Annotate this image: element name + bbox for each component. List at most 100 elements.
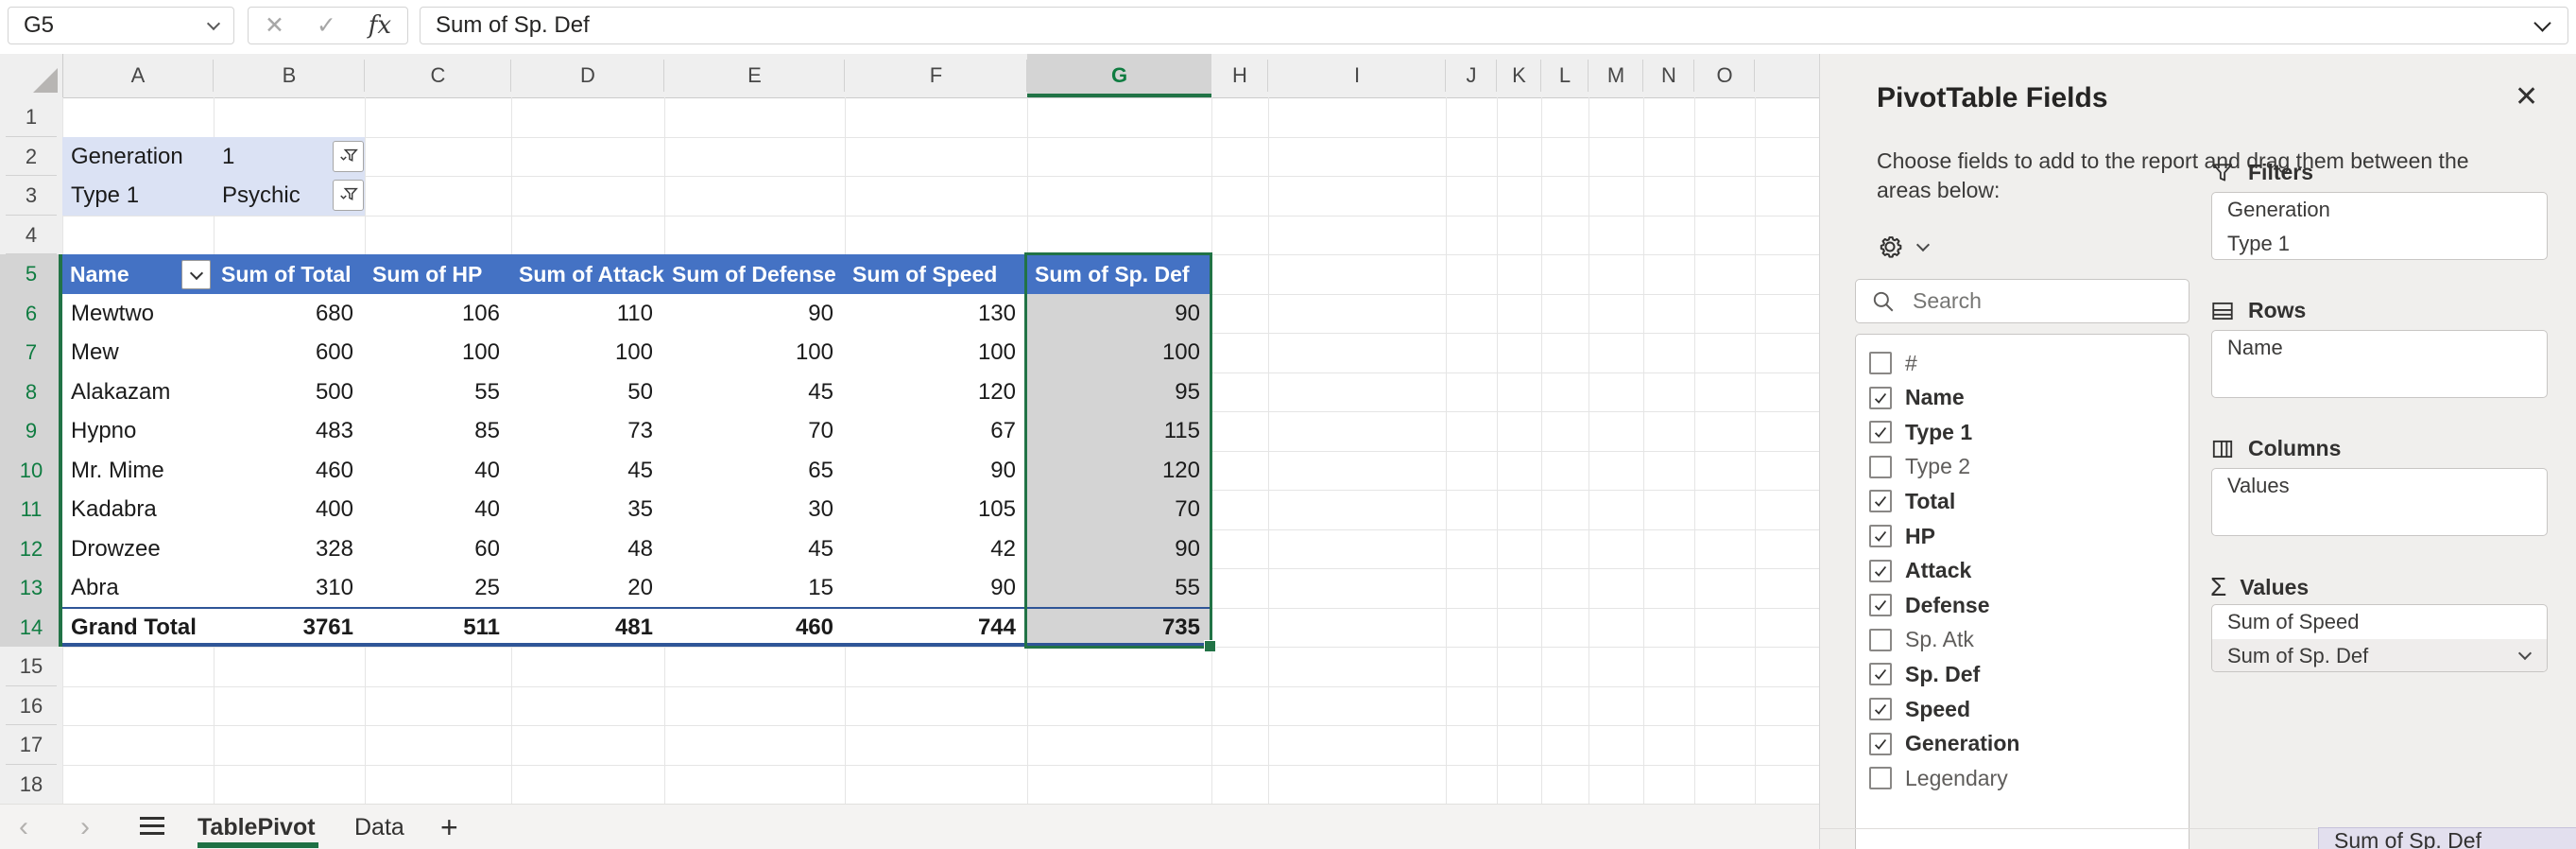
column-header-E[interactable]: E (664, 54, 845, 97)
select-all-button[interactable] (0, 54, 63, 97)
column-header-K[interactable]: K (1497, 54, 1541, 97)
pivot-grand-total-cell[interactable]: 3761 (214, 608, 365, 647)
pivot-data-cell[interactable]: 600 (214, 333, 365, 373)
cancel-icon[interactable]: ✕ (265, 11, 284, 40)
pivot-data-cell[interactable]: 90 (1027, 294, 1211, 333)
field-item-speed[interactable]: Speed (1869, 692, 1970, 726)
field-item-total[interactable]: Total (1869, 484, 1955, 518)
column-header-D[interactable]: D (511, 54, 664, 97)
field-checkbox[interactable] (1869, 767, 1892, 789)
field-item-sp-def[interactable]: Sp. Def (1869, 657, 1980, 691)
filter-dropdown-button[interactable] (333, 141, 364, 172)
pivot-data-cell[interactable]: 680 (214, 294, 365, 333)
field-checkbox[interactable] (1869, 560, 1892, 582)
pivot-data-cell[interactable]: 40 (365, 451, 511, 490)
pivot-header-cell[interactable]: Sum of Sp. Def (1027, 254, 1211, 294)
column-header-O[interactable]: O (1694, 54, 1755, 97)
pivot-data-cell[interactable]: 45 (511, 451, 664, 490)
area-item-generation[interactable]: Generation (2212, 193, 2547, 227)
pivot-name-filter-button[interactable] (181, 260, 211, 289)
sheet-grid[interactable]: Generation1Type 1PsychicNameSum of Total… (0, 97, 1819, 804)
pivot-settings-button[interactable] (1875, 232, 1928, 262)
field-checkbox[interactable] (1869, 594, 1892, 616)
pivot-header-cell[interactable]: Sum of Defense (664, 254, 845, 294)
pivot-data-cell[interactable]: 50 (511, 373, 664, 411)
field-item-type-2[interactable]: Type 2 (1869, 450, 1970, 484)
area-item-values[interactable]: Values (2212, 469, 2547, 503)
field-checkbox[interactable] (1869, 629, 1892, 651)
pivot-grand-total-cell[interactable]: 744 (845, 608, 1027, 647)
area-item-type-1[interactable]: Type 1 (2212, 227, 2547, 260)
pivot-grand-total-cell[interactable]: 481 (511, 608, 664, 647)
pivot-data-cell[interactable]: 105 (845, 490, 1027, 529)
column-header-F[interactable]: F (845, 54, 1027, 97)
pivot-data-cell[interactable]: 48 (511, 529, 664, 568)
filter-value-cell[interactable]: 1 (214, 137, 327, 176)
pivot-data-cell[interactable]: Mew (62, 333, 214, 373)
pivot-data-cell[interactable]: 25 (365, 568, 511, 608)
pivot-data-cell[interactable]: Abra (62, 568, 214, 608)
column-header-A[interactable]: A (62, 54, 214, 97)
field-checkbox[interactable] (1869, 525, 1892, 547)
pivot-data-cell[interactable]: 90 (664, 294, 845, 333)
field-item-attack[interactable]: Attack (1869, 554, 1971, 588)
pivot-data-cell[interactable]: 100 (365, 333, 511, 373)
pivot-data-cell[interactable]: 115 (1027, 411, 1211, 451)
pivot-data-cell[interactable]: 30 (664, 490, 845, 529)
pivot-data-cell[interactable]: 483 (214, 411, 365, 451)
rows-area-box[interactable]: Name (2211, 330, 2548, 398)
field-checkbox[interactable] (1869, 456, 1892, 478)
column-header-H[interactable]: H (1211, 54, 1268, 97)
name-box[interactable]: G5 (8, 7, 234, 44)
area-item-name[interactable]: Name (2212, 331, 2547, 365)
close-panel-icon[interactable]: ✕ (2515, 80, 2538, 113)
field-item--[interactable]: # (1869, 346, 1917, 380)
field-item-type-1[interactable]: Type 1 (1869, 415, 1972, 449)
field-checkbox[interactable] (1869, 698, 1892, 720)
pivot-data-cell[interactable]: 67 (845, 411, 1027, 451)
pivot-grand-total-cell[interactable]: Grand Total (62, 608, 214, 647)
pivot-header-cell[interactable]: Sum of Attack (511, 254, 664, 294)
pivot-data-cell[interactable]: 100 (845, 333, 1027, 373)
pivot-data-cell[interactable]: 73 (511, 411, 664, 451)
pivot-data-cell[interactable]: 40 (365, 490, 511, 529)
column-header-C[interactable]: C (365, 54, 511, 97)
column-headers[interactable]: ABCDEFGHIJKLMNO (0, 54, 1819, 98)
pivot-data-cell[interactable]: 400 (214, 490, 365, 529)
prev-sheet-icon[interactable]: ‹ (19, 805, 28, 849)
field-item-name[interactable]: Name (1869, 381, 1965, 415)
filter-dropdown-button[interactable] (333, 180, 364, 211)
pivot-data-cell[interactable]: 35 (511, 490, 664, 529)
pivot-data-cell[interactable]: 55 (365, 373, 511, 411)
next-sheet-icon[interactable]: › (80, 805, 90, 849)
filters-area-box[interactable]: GenerationType 1 (2211, 192, 2548, 260)
pivot-data-cell[interactable]: 120 (845, 373, 1027, 411)
pivot-data-cell[interactable]: 85 (365, 411, 511, 451)
pivot-data-cell[interactable]: 20 (511, 568, 664, 608)
pivot-data-cell[interactable]: Alakazam (62, 373, 214, 411)
field-item-generation[interactable]: Generation (1869, 727, 2019, 761)
pivot-data-cell[interactable]: 95 (1027, 373, 1211, 411)
filter-label-cell[interactable]: Generation (62, 137, 214, 176)
area-item-sum-of-speed[interactable]: Sum of Speed (2212, 605, 2547, 639)
pivot-data-cell[interactable]: 70 (664, 411, 845, 451)
pivot-data-cell[interactable]: 60 (365, 529, 511, 568)
pivot-data-cell[interactable]: 90 (845, 568, 1027, 608)
pivot-data-cell[interactable]: 110 (511, 294, 664, 333)
pivot-data-cell[interactable]: 100 (1027, 333, 1211, 373)
values-area-box[interactable]: Sum of SpeedSum of Sp. Def (2211, 604, 2548, 672)
column-header-L[interactable]: L (1541, 54, 1589, 97)
pivot-data-cell[interactable]: 70 (1027, 490, 1211, 529)
add-sheet-button[interactable]: + (440, 805, 458, 849)
column-header-I[interactable]: I (1268, 54, 1446, 97)
sheet-list-menu-icon[interactable] (140, 817, 164, 838)
pivot-data-cell[interactable]: Kadabra (62, 490, 214, 529)
field-item-hp[interactable]: HP (1869, 519, 1935, 553)
field-checkbox[interactable] (1869, 387, 1892, 409)
pivot-header-cell[interactable]: Sum of Speed (845, 254, 1027, 294)
enter-icon[interactable]: ✓ (317, 11, 336, 40)
pivot-data-cell[interactable]: Hypno (62, 411, 214, 451)
field-item-defense[interactable]: Defense (1869, 588, 1989, 622)
field-checkbox[interactable] (1869, 733, 1892, 755)
field-checkbox[interactable] (1869, 663, 1892, 685)
